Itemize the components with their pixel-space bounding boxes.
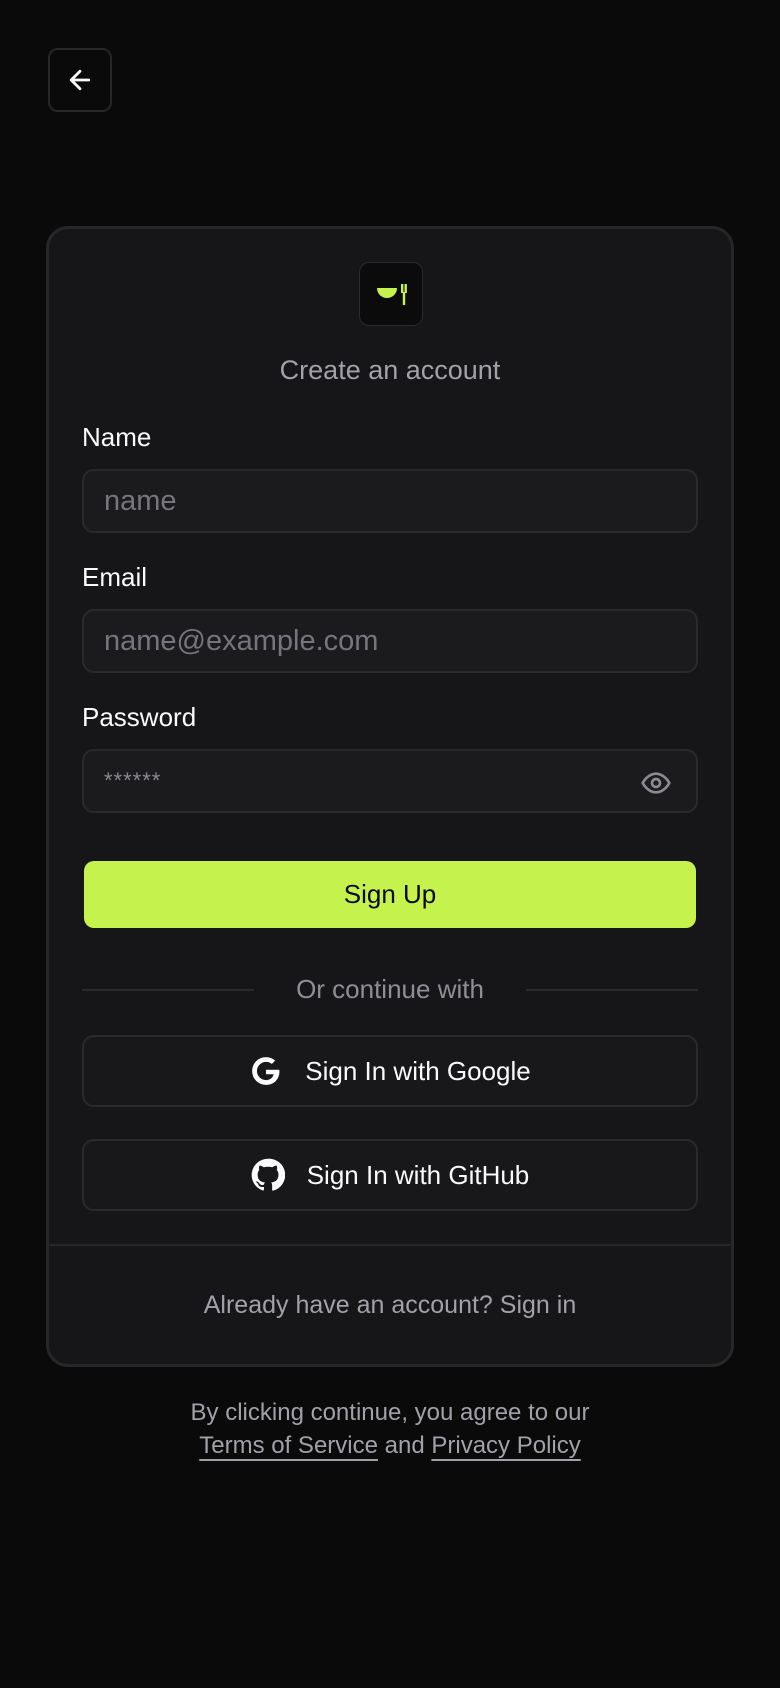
bowl-fork-icon	[377, 284, 407, 305]
signup-card: Create an account Name name Email name@e…	[46, 226, 734, 1367]
password-input[interactable]: ******	[82, 749, 698, 813]
password-label: Password	[82, 702, 197, 732]
sign-in-link[interactable]: Sign in	[500, 1291, 576, 1320]
back-button[interactable]	[48, 48, 112, 112]
name-label: Name	[82, 422, 152, 452]
card-footer: Already have an account? Sign in	[49, 1244, 731, 1364]
legal-prefix: By clicking continue, you agree to our	[190, 1399, 590, 1426]
github-sign-in-label: Sign In with GitHub	[306, 1159, 530, 1190]
email-input[interactable]: name@example.com	[82, 609, 698, 673]
legal-and: and	[384, 1432, 425, 1459]
privacy-policy-link[interactable]: Privacy Policy	[431, 1432, 580, 1459]
eye-icon[interactable]	[640, 767, 672, 799]
divider: Or continue with	[82, 969, 698, 1009]
form-subtitle: Create an account	[279, 355, 501, 385]
divider-line-right	[526, 989, 698, 991]
terms-of-service-link[interactable]: Terms of Service	[199, 1432, 378, 1459]
github-icon	[251, 1158, 285, 1191]
app-logo	[359, 262, 423, 326]
google-sign-in-button[interactable]: Sign In with Google	[82, 1035, 698, 1107]
email-label: Email	[82, 562, 148, 592]
sign-up-button[interactable]: Sign Up	[84, 861, 696, 928]
legal-notice: By clicking continue, you agree to our T…	[0, 1396, 780, 1462]
google-icon	[252, 1057, 280, 1085]
arrow-left-icon	[69, 69, 91, 91]
google-sign-in-label: Sign In with Google	[305, 1055, 531, 1086]
github-sign-in-button[interactable]: Sign In with GitHub	[82, 1139, 698, 1211]
name-input[interactable]: name	[82, 469, 698, 533]
name-placeholder: name	[104, 484, 177, 517]
password-placeholder: ******	[104, 768, 162, 793]
account-prompt: Already have an account?	[203, 1290, 493, 1319]
email-placeholder: name@example.com	[104, 624, 379, 657]
